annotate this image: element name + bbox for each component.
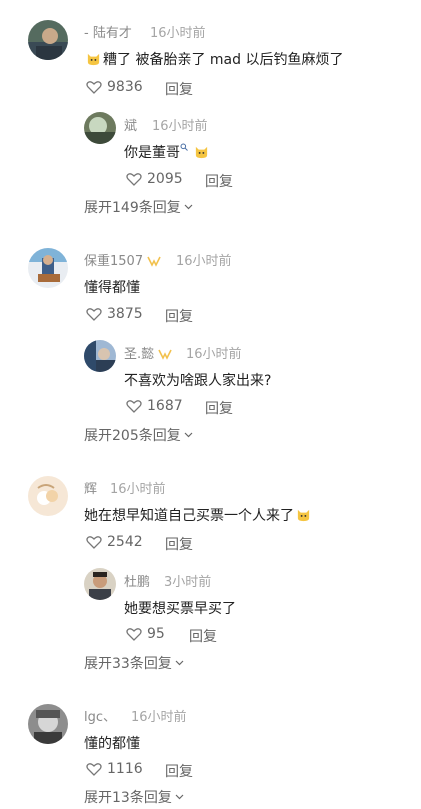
heart-icon [86,763,102,776]
heart-icon [86,308,102,321]
reply-username[interactable]: 斌 [124,115,137,134]
comment-time: 16小时前 [110,482,166,497]
chevron-down-icon [175,794,184,800]
expand-replies-button[interactable]: 展开13条回复 [84,787,184,807]
reply-text-body: 她要想买票早买了 [124,601,236,617]
reply-text: 你是董哥 [124,142,211,162]
comment-text: 糟了 被备胎亲了 mad 以后钓鱼麻烦了 [84,49,343,69]
vip-badge-icon [147,256,161,267]
comment-text: 懂的都懂 [84,733,140,753]
expand-replies-label: 展开149条回复 [84,200,181,216]
reply-like-button[interactable]: 95 [126,626,165,642]
heart-icon [126,628,142,641]
comment-time: 16小时前 [150,26,206,41]
reply-button[interactable]: 回复 [205,398,233,418]
like-count: 3875 [107,306,143,322]
expand-replies-button[interactable]: 展开149条回复 [84,197,193,217]
comment-text-body: 懂得都懂 [84,280,140,296]
expand-replies-label: 展开33条回复 [84,656,172,672]
like-button[interactable]: 1116 [86,761,143,777]
reply-avatar[interactable] [84,568,116,600]
avatar[interactable] [28,704,68,744]
comment-time: 16小时前 [176,254,232,269]
like-count: 2095 [147,171,183,187]
comment-username[interactable]: 辉 [84,478,97,497]
like-count: 9836 [107,79,143,95]
cat-emoji-icon [297,509,310,522]
reply-text: 她要想买票早买了 [124,598,236,618]
reply-time: 16小时前 [152,119,208,134]
reply-text: 不喜欢为啥跟人家出来? [124,370,271,390]
avatar[interactable] [28,248,68,288]
comment-text-body: 懂的都懂 [84,736,140,752]
reply-button[interactable]: 回复 [165,534,193,554]
reply-time: 16小时前 [186,347,242,362]
heart-icon [126,400,142,413]
avatar[interactable] [28,20,68,60]
search-icon [180,143,188,151]
chevron-down-icon [175,660,184,666]
like-button[interactable]: 3875 [86,306,143,322]
comment-username[interactable]: - 陆有才 [84,22,132,41]
reply-text-body: 不喜欢为啥跟人家出来? [124,373,272,389]
like-count: 95 [147,626,165,642]
expand-replies-button[interactable]: 展开33条回复 [84,653,184,673]
comment-username[interactable]: 保重1507 [84,250,161,269]
vip-badge-icon [158,349,172,360]
reply-avatar[interactable] [84,112,116,144]
expand-replies-button[interactable]: 展开205条回复 [84,425,193,445]
comment-text-body: 她在想早知道自己买票一个人来了 [84,508,294,524]
reply-text-body: 你是董哥 [124,145,180,161]
comment-text-body: 糟了 被备胎亲了 mad 以后钓鱼麻烦了 [103,52,344,68]
chevron-down-icon [184,204,193,210]
comment-username[interactable]: lgc、 [84,706,116,725]
comment-time: 16小时前 [131,710,187,725]
like-count: 1687 [147,398,183,414]
avatar[interactable] [28,476,68,516]
comment-text: 她在想早知道自己买票一个人来了 [84,505,313,525]
like-count: 1116 [107,761,143,777]
cat-emoji-icon [195,146,208,159]
reply-button[interactable]: 回复 [165,306,193,326]
heart-icon [126,173,142,186]
chevron-down-icon [184,432,193,438]
heart-icon [86,536,102,549]
reply-username[interactable]: 杜鹏 [124,571,150,590]
like-count: 2542 [107,534,143,550]
comment-username-text: 保重1507 [84,254,144,269]
heart-icon [86,81,102,94]
reply-button[interactable]: 回复 [165,761,193,781]
expand-replies-label: 展开205条回复 [84,428,181,444]
expand-replies-label: 展开13条回复 [84,790,172,806]
reply-like-button[interactable]: 2095 [126,171,183,187]
reply-avatar[interactable] [84,340,116,372]
like-button[interactable]: 9836 [86,79,143,95]
cat-emoji-icon [87,53,100,66]
like-button[interactable]: 2542 [86,534,143,550]
reply-like-button[interactable]: 1687 [126,398,183,414]
reply-button[interactable]: 回复 [189,626,217,646]
reply-username[interactable]: 圣.懿 [124,343,172,362]
reply-button[interactable]: 回复 [205,171,233,191]
reply-username-text: 圣.懿 [124,347,155,362]
reply-time: 3小时前 [164,575,212,590]
comment-text: 懂得都懂 [84,277,140,297]
reply-button[interactable]: 回复 [165,79,193,99]
